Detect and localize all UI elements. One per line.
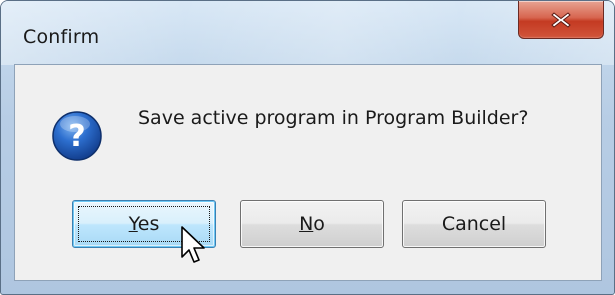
no-button-label: No	[299, 213, 325, 235]
no-button[interactable]: No	[240, 200, 384, 248]
cancel-button-label: Cancel	[441, 213, 507, 235]
dialog-title: Confirm	[23, 26, 100, 48]
svg-text:?: ?	[68, 119, 85, 154]
dialog-client-area: ? Save active program in Program Builder…	[14, 64, 602, 281]
confirm-dialog-window: Confirm ? Save active program in Program…	[0, 0, 615, 295]
cancel-button[interactable]: Cancel	[402, 200, 546, 248]
yes-button[interactable]: Yes	[72, 200, 216, 248]
close-button[interactable]	[518, 1, 604, 39]
dialog-message: Save active program in Program Builder?	[138, 107, 529, 129]
close-icon	[551, 11, 571, 28]
question-icon: ?	[52, 111, 102, 161]
yes-button-label: Yes	[128, 213, 160, 235]
